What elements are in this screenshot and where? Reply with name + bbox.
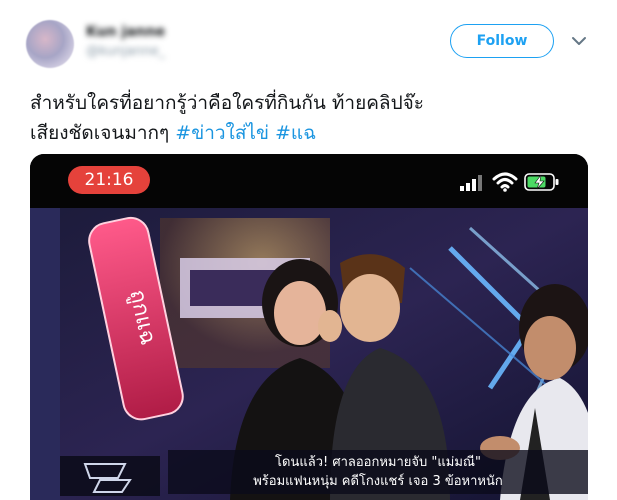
signal-icon [460,175,482,191]
more-options-button[interactable] [568,30,590,52]
tweet-text-line-2: เสียงชัดเจนมากๆ #ข่าวใส่ไข่ #แฉ [30,118,590,148]
battery-charging-icon [524,173,559,191]
video-media[interactable]: 21:16 ถูกแฉ โดนแล้ว! ศาลออกหมายจับ "แม่ม… [30,154,588,500]
tweet-text-line-2-body: เสียงชัดเจนมากๆ [30,122,176,144]
display-name[interactable]: Kun janne [86,24,165,40]
news-caption: โดนแล้ว! ศาลออกหมายจับ "แม่มณี" พร้อมแฟน… [168,450,588,494]
follow-button[interactable]: Follow [450,24,554,58]
user-handle[interactable]: @kunjanne_ [86,44,165,59]
chevron-down-icon [572,37,586,45]
tweet-text-line-1: สำหรับใครที่อยากรู้ว่าคือใครที่กินกัน ท้… [30,92,424,114]
phone-status-bar: 21:16 [30,154,588,208]
tv-channel-logo [60,456,160,496]
tweet-text: สำหรับใครที่อยากรู้ว่าคือใครที่กินกัน ท้… [30,88,590,148]
caption-line-1: โดนแล้ว! ศาลออกหมายจับ "แม่มณี" [275,455,481,470]
avatar[interactable] [26,20,74,68]
phone-time: 21:16 [68,166,150,194]
wifi-icon [492,172,518,192]
hashtag-link[interactable]: #ข่าวใส่ไข่ [175,122,269,144]
hashtag-link[interactable]: #แฉ [275,122,316,144]
tweet-header: Kun janne @kunjanne_ Follow [0,0,617,80]
caption-line-2: พร้อมแฟนหนุ่ม คดีโกงแชร์ เจอ 3 ข้อหาหนัก [253,474,503,489]
